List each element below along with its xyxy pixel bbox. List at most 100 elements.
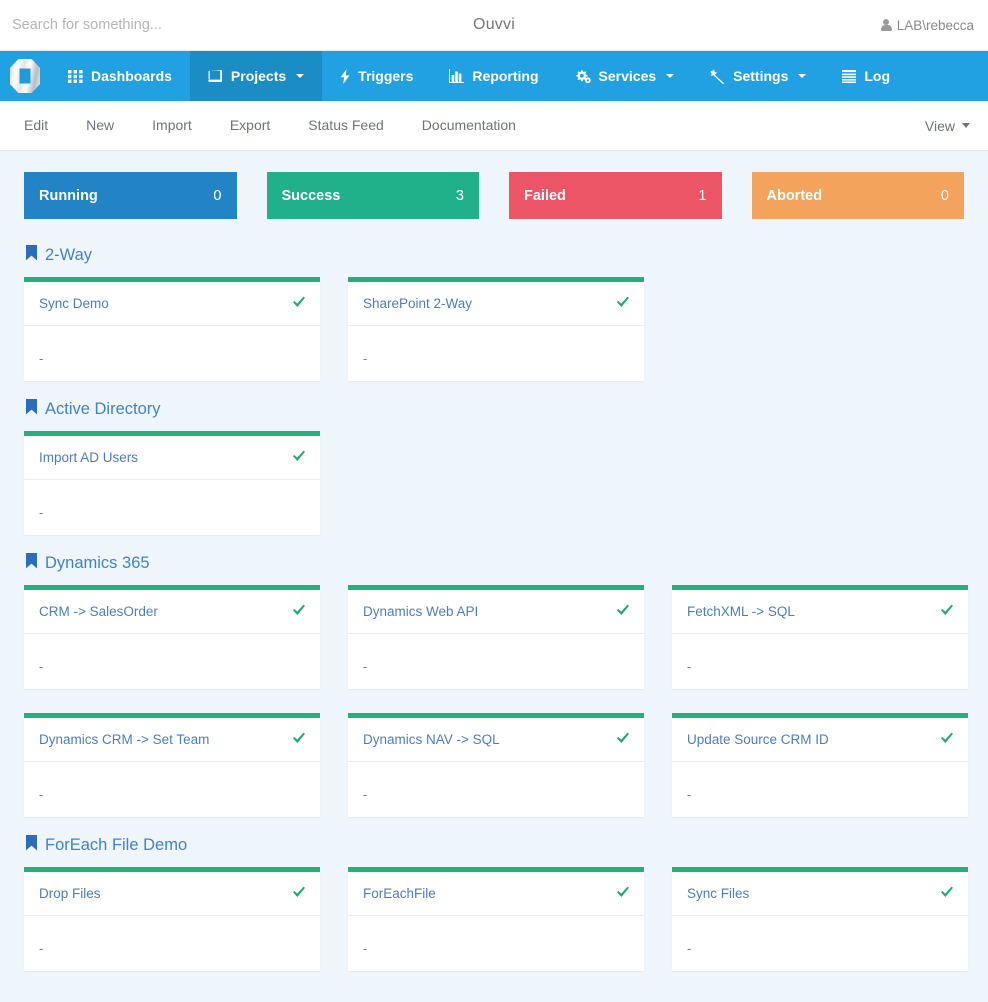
nav-label-log: Log: [864, 68, 891, 84]
status-card-aborted[interactable]: Aborted 0: [751, 172, 964, 219]
project-card-row: Drop Files - ForEachFile - Sync Files -: [24, 867, 968, 971]
project-card-header: Sync Demo: [24, 282, 320, 326]
chevron-down-icon: [296, 74, 305, 78]
status-summary: Running 0 Success 3 Failed 1 Aborted 0: [24, 172, 964, 219]
subnav-item-import[interactable]: Import: [133, 101, 211, 150]
nav-item-reporting[interactable]: Reporting: [431, 51, 556, 101]
user-icon: [880, 18, 892, 32]
project-card-header: Dynamics NAV -> SQL: [348, 718, 644, 762]
user-menu[interactable]: LAB\rebecca: [880, 0, 974, 50]
project-card-detail: -: [39, 505, 44, 520]
project-group-title: Active Directory: [24, 399, 964, 420]
subnav-item-new[interactable]: New: [67, 101, 133, 150]
subnav-item-documentation[interactable]: Documentation: [403, 101, 535, 150]
project-card-header: Update Source CRM ID: [672, 718, 968, 762]
project-card-header: Sync Files: [672, 872, 968, 916]
project-groups: 2-Way Sync Demo - SharePoint 2-Way - Active D…: [24, 245, 968, 971]
status-card-value: 3: [455, 187, 464, 204]
project-card[interactable]: ForEachFile -: [348, 867, 644, 971]
project-card-header: CRM -> SalesOrder: [24, 590, 320, 634]
project-card[interactable]: Sync Files -: [672, 867, 968, 971]
project-card-header: Import AD Users: [24, 436, 320, 480]
project-card[interactable]: Dynamics NAV -> SQL -: [348, 713, 644, 817]
nav-item-log[interactable]: Log: [824, 51, 908, 101]
check-icon: [940, 732, 954, 747]
project-card-body: -: [672, 916, 968, 971]
project-card-header: Dynamics CRM -> Set Team: [24, 718, 320, 762]
project-card-row: CRM -> SalesOrder - Dynamics Web API - Fetch…: [24, 585, 968, 689]
nav-item-triggers[interactable]: Triggers: [322, 51, 431, 101]
check-icon: [616, 732, 630, 747]
chevron-down-icon: [962, 123, 970, 128]
subnav-item-export[interactable]: Export: [211, 101, 289, 150]
list-icon: [842, 69, 857, 83]
project-card-body: -: [24, 326, 320, 381]
chevron-down-icon: [666, 74, 675, 78]
project-card-body: -: [348, 916, 644, 971]
project-card-detail: -: [687, 787, 692, 802]
project-card[interactable]: Dynamics CRM -> Set Team -: [24, 713, 320, 817]
check-icon: [292, 732, 306, 747]
project-card[interactable]: Import AD Users -: [24, 431, 320, 535]
project-card-detail: -: [363, 351, 368, 366]
view-dropdown[interactable]: View: [925, 118, 970, 134]
status-card-label: Aborted: [766, 187, 823, 204]
status-card-label: Success: [281, 187, 341, 204]
project-card-header: ForEachFile: [348, 872, 644, 916]
book-icon: [208, 69, 223, 83]
check-icon: [940, 604, 954, 619]
sub-navbar: Edit New Import Export Status Feed Docum…: [0, 101, 988, 151]
status-card-success[interactable]: Success 3: [266, 172, 479, 219]
project-card-title: SharePoint 2-Way: [363, 296, 473, 311]
project-card[interactable]: Update Source CRM ID -: [672, 713, 968, 817]
project-card-body: -: [672, 634, 968, 689]
grid-icon: [68, 69, 83, 83]
bolt-icon: [340, 68, 350, 84]
project-card-title: Dynamics NAV -> SQL: [363, 732, 500, 747]
project-card-detail: -: [363, 659, 368, 674]
nav-item-dashboards[interactable]: Dashboards: [50, 51, 190, 101]
subnav-item-status-feed[interactable]: Status Feed: [289, 101, 403, 150]
project-card-title: Update Source CRM ID: [687, 732, 829, 747]
bar-chart-icon: [449, 69, 465, 83]
bookmark-icon: [25, 553, 38, 574]
project-card-detail: -: [39, 659, 44, 674]
nav-item-projects[interactable]: Projects: [189, 51, 323, 101]
brand-logo[interactable]: [0, 51, 50, 101]
project-card[interactable]: FetchXML -> SQL -: [672, 585, 968, 689]
main-navbar: Dashboards Projects Triggers Reporting S…: [0, 51, 988, 101]
project-card[interactable]: Dynamics Web API -: [348, 585, 644, 689]
top-bar: Ouvvi LAB\rebecca: [0, 0, 988, 51]
status-card-label: Failed: [524, 187, 566, 204]
project-card[interactable]: SharePoint 2-Way -: [348, 277, 644, 381]
nav-item-settings[interactable]: Settings: [692, 51, 824, 101]
project-group-title: ForEach File Demo: [24, 835, 964, 856]
project-card-header: SharePoint 2-Way: [348, 282, 644, 326]
project-card-body: -: [24, 762, 320, 817]
status-card-value: 1: [698, 187, 707, 204]
search-input[interactable]: [0, 0, 330, 50]
check-icon: [292, 450, 306, 465]
project-group-label: 2-Way: [45, 246, 93, 264]
project-card[interactable]: CRM -> SalesOrder -: [24, 585, 320, 689]
project-card-title: ForEachFile: [363, 886, 436, 901]
project-card-title: Import AD Users: [39, 450, 139, 465]
bookmark-icon: [25, 245, 38, 266]
project-card[interactable]: Drop Files -: [24, 867, 320, 971]
check-icon: [616, 604, 630, 619]
project-card-body: -: [24, 480, 320, 535]
project-card-title: Sync Files: [687, 886, 750, 901]
nav-item-services[interactable]: Services: [557, 51, 693, 101]
project-card-header: Drop Files: [24, 872, 320, 916]
ouvvi-logo-icon: [10, 59, 40, 93]
project-card-row: Import AD Users -: [24, 431, 964, 535]
project-card[interactable]: Sync Demo -: [24, 277, 320, 381]
status-card-running[interactable]: Running 0: [24, 172, 237, 219]
status-card-value: 0: [940, 187, 949, 204]
project-card-detail: -: [687, 941, 692, 956]
status-card-failed[interactable]: Failed 1: [509, 172, 722, 219]
nav-label-settings: Settings: [733, 68, 789, 84]
subnav-item-edit[interactable]: Edit: [0, 101, 67, 150]
nav-label-reporting: Reporting: [472, 68, 539, 84]
project-card-detail: -: [39, 941, 44, 956]
